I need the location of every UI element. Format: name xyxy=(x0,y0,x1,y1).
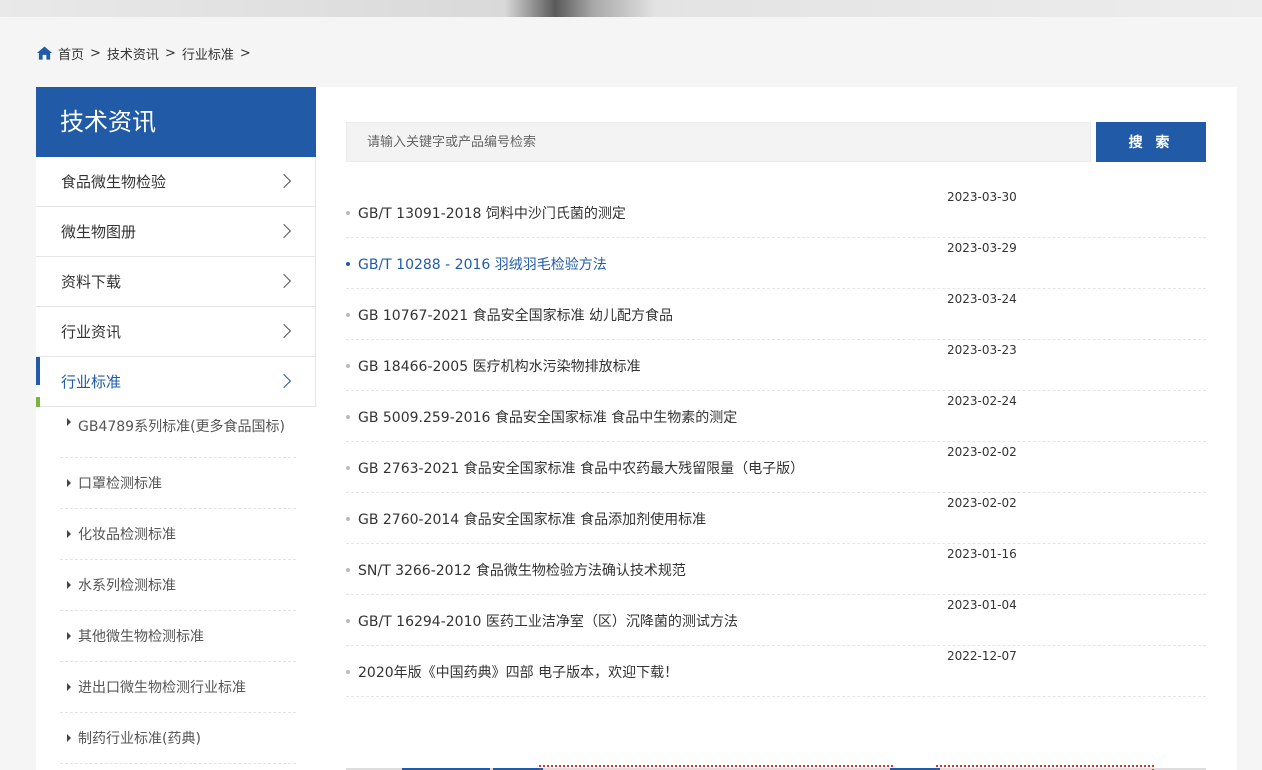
article-title[interactable]: GB/T 13091-2018 饲料中沙门氏菌的测定 xyxy=(358,203,626,223)
article-title[interactable]: GB 2760-2014 食品安全国家标准 食品添加剂使用标准 xyxy=(358,509,706,529)
sidebar-item-food-microbiology[interactable]: 食品微生物检验 xyxy=(36,157,316,207)
subcategory-item[interactable]: 进出口微生物检测行业标准 xyxy=(60,662,296,713)
sidebar-item-label: 行业资讯 xyxy=(61,323,122,341)
article-date: 2023-02-02 xyxy=(947,445,1017,459)
caret-right-icon xyxy=(67,734,71,742)
list-item[interactable]: GB/T 10288 - 2016 羽绒羽毛检验方法 2023-03-29 xyxy=(346,238,1206,289)
search-input[interactable] xyxy=(346,122,1091,162)
sidebar: 技术资讯 食品微生物检验 微生物图册 资料下载 行业资讯 行业标准 GB4789… xyxy=(36,87,316,770)
subcategory-label: 其他微生物检测标准 xyxy=(78,629,204,645)
article-date: 2023-01-16 xyxy=(947,547,1017,561)
article-title[interactable]: GB 2763-2021 食品安全国家标准 食品中农药最大残留限量（电子版） xyxy=(358,458,804,478)
sidebar-title: 技术资讯 xyxy=(36,87,316,157)
breadcrumb-separator: > xyxy=(164,45,176,61)
chevron-right-icon xyxy=(276,173,292,189)
breadcrumb: 首页 > 技术资讯 > 行业标准 > xyxy=(37,43,257,63)
breadcrumb-separator: > xyxy=(90,45,101,61)
pagination-pages[interactable] xyxy=(936,765,1154,770)
article-title[interactable]: GB/T 16294-2010 医药工业洁净室（区）沉降菌的测试方法 xyxy=(358,611,738,631)
breadcrumb-tech-news[interactable]: 技术资讯 xyxy=(107,44,159,63)
article-title[interactable]: GB 18466-2005 医疗机构水污染物排放标准 xyxy=(358,356,641,376)
pagination-pages[interactable] xyxy=(539,765,893,770)
article-title[interactable]: GB/T 10288 - 2016 羽绒羽毛检验方法 xyxy=(358,254,607,274)
sidebar-item-label: 行业标准 xyxy=(61,373,122,391)
subcategory-label: GB4789系列标准(更多食品国标) xyxy=(78,419,286,435)
bullet-icon xyxy=(346,364,350,368)
search-button[interactable]: 搜 索 xyxy=(1096,122,1206,162)
caret-right-icon xyxy=(67,683,71,691)
caret-right-icon xyxy=(67,581,71,589)
subcategory-item[interactable]: 其他微生物检测标准 xyxy=(60,611,296,662)
sidebar-item-microbe-atlas[interactable]: 微生物图册 xyxy=(36,207,316,257)
subcategory-item[interactable]: 制药行业标准(药典) xyxy=(60,713,296,764)
breadcrumb-industry-standards[interactable]: 行业标准 xyxy=(182,44,234,63)
bullet-icon xyxy=(346,262,350,266)
home-icon[interactable] xyxy=(37,46,52,60)
bullet-icon xyxy=(346,415,350,419)
bullet-icon xyxy=(346,568,350,572)
bullet-icon xyxy=(346,466,350,470)
article-title[interactable]: GB 10767-2021 食品安全国家标准 幼儿配方食品 xyxy=(358,305,673,325)
list-item[interactable]: 2020年版《中国药典》四部 电子版本，欢迎下载！ 2022-12-07 xyxy=(346,646,1206,697)
article-date: 2023-03-30 xyxy=(947,190,1017,204)
subcategory-label: 进出口微生物检测行业标准 xyxy=(78,680,246,696)
article-date: 2023-02-02 xyxy=(947,496,1017,510)
subcategory-item[interactable]: 水系列检测标准 xyxy=(60,560,296,611)
caret-right-icon xyxy=(67,632,71,640)
article-date: 2023-03-29 xyxy=(947,241,1017,255)
bullet-icon xyxy=(346,670,350,674)
sidebar-item-downloads[interactable]: 资料下载 xyxy=(36,257,316,307)
breadcrumb-separator: > xyxy=(239,45,251,61)
bullet-icon xyxy=(346,619,350,623)
article-date: 2022-12-07 xyxy=(947,649,1017,663)
bullet-icon xyxy=(346,517,350,521)
active-indicator xyxy=(36,357,40,385)
article-date: 2023-01-04 xyxy=(947,598,1017,612)
active-indicator-accent xyxy=(36,397,40,407)
subcategory-label: 水系列检测标准 xyxy=(78,578,176,594)
sidebar-item-label: 食品微生物检验 xyxy=(61,173,167,191)
sidebar-item-industry-news[interactable]: 行业资讯 xyxy=(36,307,316,357)
subcategory-item[interactable]: GB4789系列标准(更多食品国标) xyxy=(60,407,296,458)
subcategory-label: 化妆品检测标准 xyxy=(78,527,176,543)
article-date: 2023-02-24 xyxy=(947,394,1017,408)
subcategory-item[interactable]: 口罩检测标准 xyxy=(60,458,296,509)
list-item[interactable]: GB/T 13091-2018 饲料中沙门氏菌的测定 2023-03-30 xyxy=(346,187,1206,238)
subcategory-label: 口罩检测标准 xyxy=(78,476,162,492)
subcategory-label: 制药行业标准(药典) xyxy=(78,731,201,747)
article-title[interactable]: SN/T 3266-2012 食品微生物检验方法确认技术规范 xyxy=(358,560,686,580)
article-title[interactable]: GB 5009.259-2016 食品安全国家标准 食品中生物素的测定 xyxy=(358,407,737,427)
chevron-right-icon xyxy=(276,273,292,289)
subcategory-item[interactable]: 化妆品检测标准 xyxy=(60,509,296,560)
article-date: 2023-03-24 xyxy=(947,292,1017,306)
article-date: 2023-03-23 xyxy=(947,343,1017,357)
list-item[interactable]: SN/T 3266-2012 食品微生物检验方法确认技术规范 2023-01-1… xyxy=(346,544,1206,595)
top-banner-image xyxy=(0,0,1262,17)
sidebar-item-label: 微生物图册 xyxy=(61,223,137,241)
caret-right-icon xyxy=(67,530,71,538)
article-list: GB/T 13091-2018 饲料中沙门氏菌的测定 2023-03-30 GB… xyxy=(346,187,1206,697)
list-item[interactable]: GB 2763-2021 食品安全国家标准 食品中农药最大残留限量（电子版） 2… xyxy=(346,442,1206,493)
list-item[interactable]: GB 5009.259-2016 食品安全国家标准 食品中生物素的测定 2023… xyxy=(346,391,1206,442)
list-item[interactable]: GB 2760-2014 食品安全国家标准 食品添加剂使用标准 2023-02-… xyxy=(346,493,1206,544)
breadcrumb-home[interactable]: 首页 xyxy=(58,44,84,63)
chevron-right-icon xyxy=(276,373,292,389)
main-content: 搜 索 GB/T 13091-2018 饲料中沙门氏菌的测定 2023-03-3… xyxy=(316,87,1237,770)
list-item[interactable]: GB 18466-2005 医疗机构水污染物排放标准 2023-03-23 xyxy=(346,340,1206,391)
list-item[interactable]: GB/T 16294-2010 医药工业洁净室（区）沉降菌的测试方法 2023-… xyxy=(346,595,1206,646)
bullet-icon xyxy=(346,211,350,215)
chevron-right-icon xyxy=(276,323,292,339)
list-item[interactable]: GB 10767-2021 食品安全国家标准 幼儿配方食品 2023-03-24 xyxy=(346,289,1206,340)
pagination xyxy=(346,765,1206,770)
bullet-icon xyxy=(346,313,350,317)
article-title[interactable]: 2020年版《中国药典》四部 电子版本，欢迎下载！ xyxy=(358,662,678,682)
sidebar-item-label: 资料下载 xyxy=(61,273,122,291)
chevron-right-icon xyxy=(276,223,292,239)
caret-right-icon xyxy=(67,479,71,487)
sidebar-item-industry-standards[interactable]: 行业标准 xyxy=(36,357,316,407)
